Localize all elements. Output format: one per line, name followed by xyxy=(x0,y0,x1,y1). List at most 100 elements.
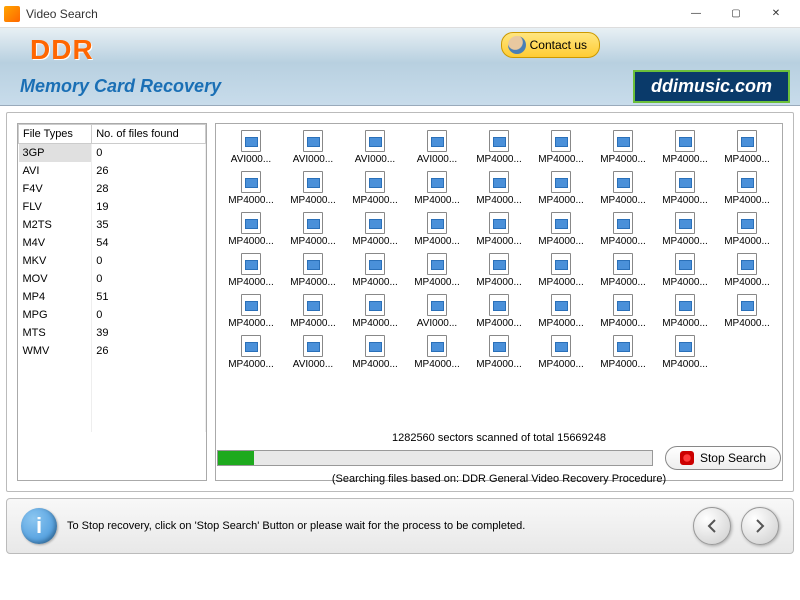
table-row[interactable]: MTS39 xyxy=(19,324,206,342)
cell-type: M4V xyxy=(19,234,92,252)
file-item[interactable]: MP4000... xyxy=(468,210,530,249)
file-item[interactable]: MP4000... xyxy=(530,169,592,208)
table-row[interactable]: AVI26 xyxy=(19,162,206,180)
file-item[interactable]: MP4000... xyxy=(344,169,406,208)
file-item[interactable]: MP4000... xyxy=(220,251,282,290)
file-item[interactable]: MP4000... xyxy=(282,292,344,331)
file-icon xyxy=(241,171,261,193)
files-panel[interactable]: AVI000...AVI000...AVI000...AVI000...MP40… xyxy=(215,123,783,481)
file-item[interactable]: MP4000... xyxy=(344,251,406,290)
file-item[interactable]: MP4000... xyxy=(654,251,716,290)
file-icon xyxy=(675,253,695,275)
table-row[interactable] xyxy=(19,378,206,396)
close-button[interactable]: ✕ xyxy=(756,2,796,26)
file-item[interactable]: MP4000... xyxy=(406,210,468,249)
file-item[interactable]: MP4000... xyxy=(592,128,654,167)
col-files-found[interactable]: No. of files found xyxy=(92,125,206,144)
table-row[interactable]: M2TS35 xyxy=(19,216,206,234)
file-item[interactable]: MP4000... xyxy=(716,128,778,167)
file-item[interactable]: MP4000... xyxy=(654,333,716,372)
file-item[interactable]: MP4000... xyxy=(468,169,530,208)
file-item[interactable]: MP4000... xyxy=(406,169,468,208)
maximize-button[interactable]: ▢ xyxy=(716,2,756,26)
file-item[interactable]: MP4000... xyxy=(220,333,282,372)
file-item[interactable]: MP4000... xyxy=(592,333,654,372)
file-item[interactable]: MP4000... xyxy=(344,292,406,331)
table-row[interactable]: MP451 xyxy=(19,288,206,306)
table-row[interactable] xyxy=(19,396,206,414)
file-item[interactable]: MP4000... xyxy=(282,169,344,208)
file-icon xyxy=(675,212,695,234)
table-row[interactable]: WMV26 xyxy=(19,342,206,360)
file-item[interactable]: MP4000... xyxy=(716,292,778,331)
file-item[interactable]: MP4000... xyxy=(220,169,282,208)
file-item[interactable]: MP4000... xyxy=(654,210,716,249)
file-item[interactable]: AVI000... xyxy=(220,128,282,167)
file-item[interactable]: MP4000... xyxy=(654,169,716,208)
file-item[interactable]: MP4000... xyxy=(716,251,778,290)
file-item[interactable]: AVI000... xyxy=(282,333,344,372)
file-item[interactable]: MP4000... xyxy=(530,128,592,167)
file-item[interactable]: MP4000... xyxy=(220,210,282,249)
file-icon xyxy=(613,212,633,234)
file-icon xyxy=(241,335,261,357)
file-name: MP4000... xyxy=(658,195,713,206)
file-item[interactable]: MP4000... xyxy=(530,292,592,331)
contact-us-button[interactable]: Contact us xyxy=(501,32,600,58)
file-name: MP4000... xyxy=(410,277,465,288)
file-item[interactable]: MP4000... xyxy=(716,169,778,208)
cell-type: M2TS xyxy=(19,216,92,234)
file-item[interactable]: MP4000... xyxy=(468,292,530,331)
table-row[interactable]: MOV0 xyxy=(19,270,206,288)
table-row[interactable]: F4V28 xyxy=(19,180,206,198)
file-item[interactable]: AVI000... xyxy=(406,128,468,167)
file-icon xyxy=(489,212,509,234)
table-row[interactable]: MPG0 xyxy=(19,306,206,324)
file-item[interactable]: MP4000... xyxy=(468,333,530,372)
cell-count: 28 xyxy=(92,180,206,198)
back-button[interactable] xyxy=(693,507,731,545)
file-item[interactable]: MP4000... xyxy=(220,292,282,331)
file-item[interactable]: MP4000... xyxy=(592,169,654,208)
minimize-button[interactable]: — xyxy=(676,2,716,26)
file-item[interactable]: MP4000... xyxy=(282,251,344,290)
table-row[interactable]: MKV0 xyxy=(19,252,206,270)
table-row[interactable] xyxy=(19,360,206,378)
table-row[interactable] xyxy=(19,414,206,432)
file-item[interactable]: AVI000... xyxy=(406,292,468,331)
cell-type: MOV xyxy=(19,270,92,288)
table-row[interactable]: 3GP0 xyxy=(19,144,206,162)
file-item[interactable]: MP4000... xyxy=(530,333,592,372)
forward-button[interactable] xyxy=(741,507,779,545)
file-item[interactable]: MP4000... xyxy=(406,251,468,290)
file-item[interactable]: MP4000... xyxy=(592,210,654,249)
table-row[interactable]: M4V54 xyxy=(19,234,206,252)
file-name: AVI000... xyxy=(410,154,465,165)
file-item[interactable]: MP4000... xyxy=(530,251,592,290)
file-item[interactable]: MP4000... xyxy=(344,210,406,249)
file-item[interactable]: MP4000... xyxy=(654,128,716,167)
table-row[interactable]: FLV19 xyxy=(19,198,206,216)
file-item[interactable]: AVI000... xyxy=(344,128,406,167)
file-item[interactable]: MP4000... xyxy=(592,251,654,290)
file-name: MP4000... xyxy=(534,318,589,329)
file-item[interactable]: MP4000... xyxy=(654,292,716,331)
file-item[interactable]: MP4000... xyxy=(468,251,530,290)
file-item[interactable]: MP4000... xyxy=(406,333,468,372)
cell-count: 19 xyxy=(92,198,206,216)
stop-search-button[interactable]: Stop Search xyxy=(665,446,781,470)
app-icon xyxy=(4,6,20,22)
file-item[interactable]: AVI000... xyxy=(282,128,344,167)
file-item[interactable]: MP4000... xyxy=(592,292,654,331)
file-item[interactable]: MP4000... xyxy=(468,128,530,167)
file-icon xyxy=(427,212,447,234)
col-file-types[interactable]: File Types xyxy=(19,125,92,144)
stop-icon xyxy=(680,451,694,465)
file-item[interactable]: MP4000... xyxy=(282,210,344,249)
file-name: MP4000... xyxy=(534,359,589,370)
file-item[interactable]: MP4000... xyxy=(530,210,592,249)
file-item[interactable]: MP4000... xyxy=(716,210,778,249)
file-icon xyxy=(489,171,509,193)
file-item[interactable]: MP4000... xyxy=(344,333,406,372)
chevron-right-icon xyxy=(752,518,768,534)
